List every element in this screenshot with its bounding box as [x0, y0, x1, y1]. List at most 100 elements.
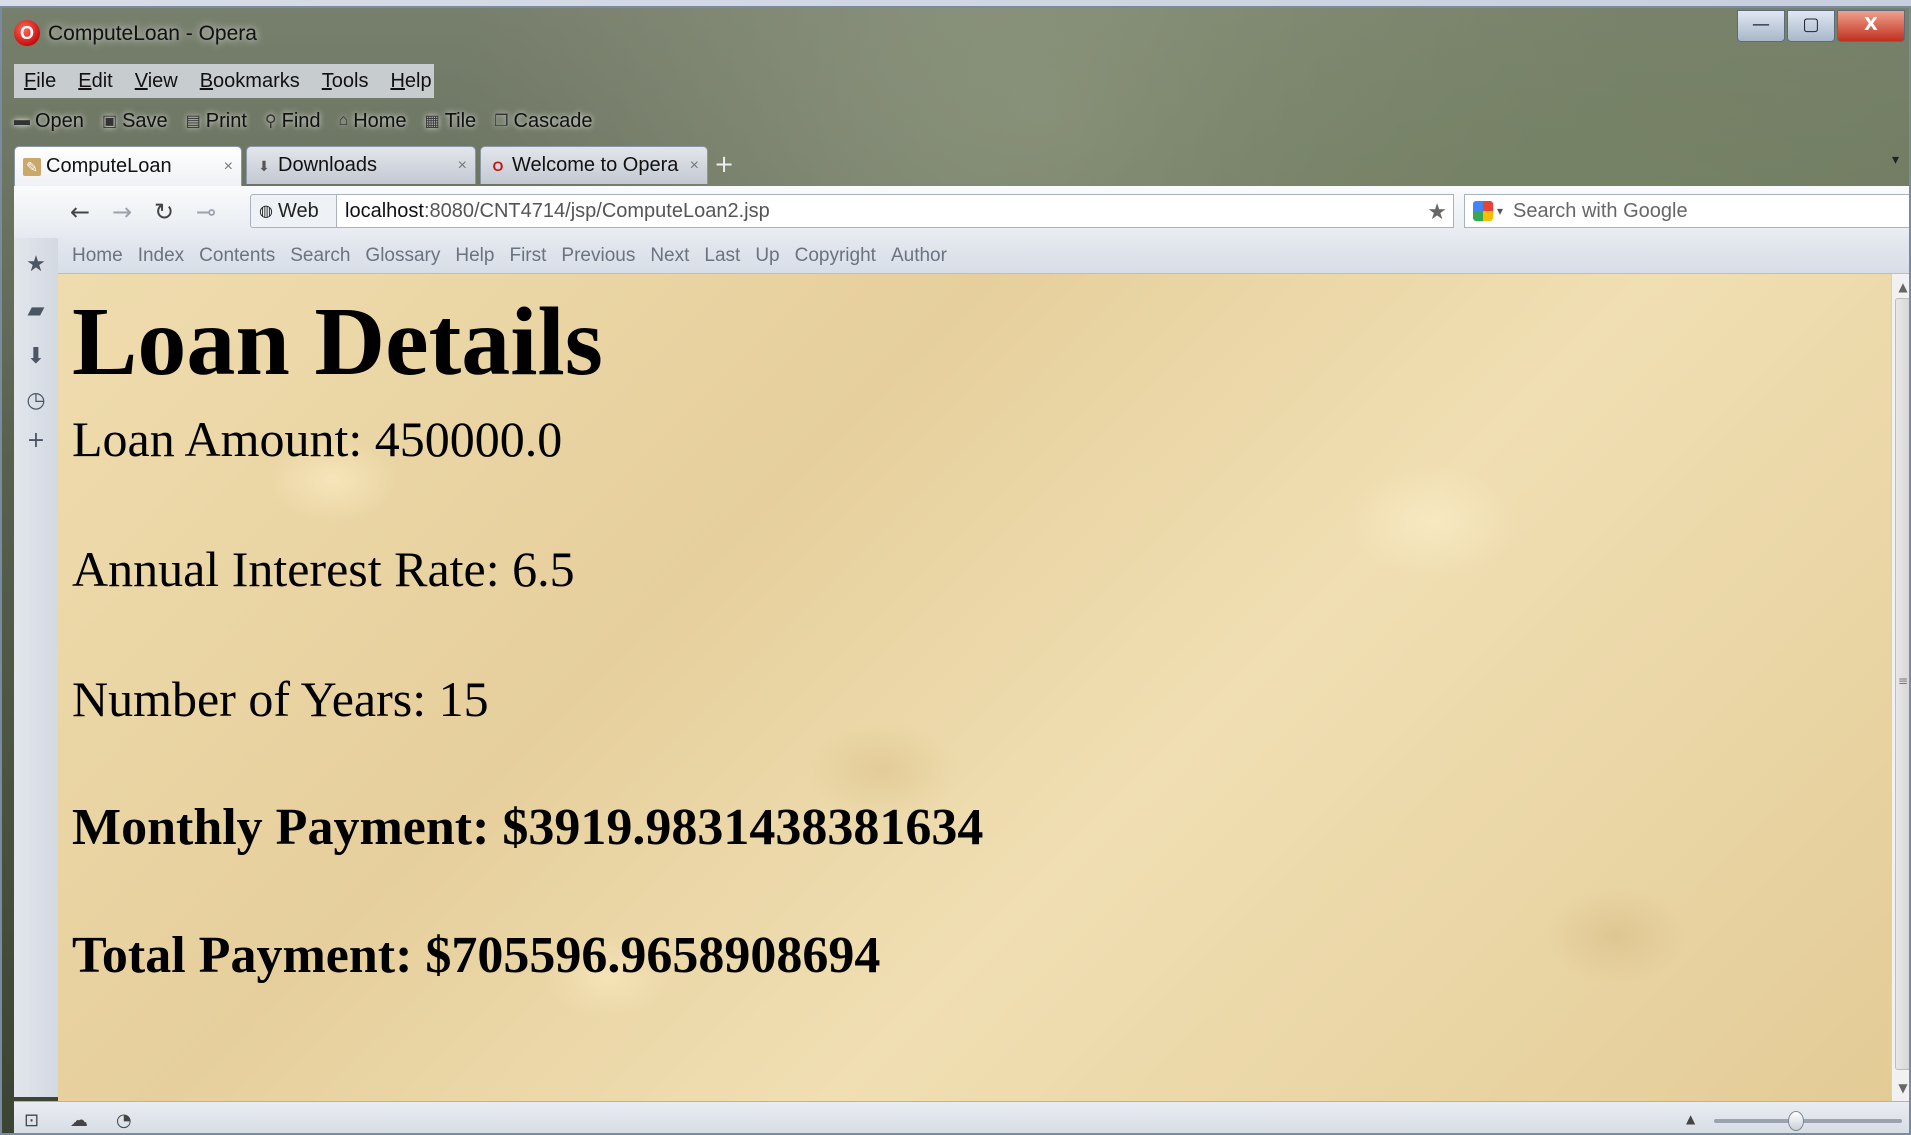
menu-bookmarks[interactable]: Bookmarks	[200, 70, 300, 93]
navlink-author[interactable]: Author	[891, 245, 947, 267]
monthly-payment: Monthly Payment: $3919.9831438381634	[72, 799, 984, 856]
page-title: Loan Details	[72, 288, 603, 396]
turbo-icon[interactable]: ◔	[116, 1110, 132, 1131]
toolbar: ▬ Open ▣ Save ▤ Print ⚲ Find ⌂ Home ▦ Tile ❐ Ca…	[14, 104, 674, 138]
menu-bar: File Edit View Bookmarks Tools Help	[14, 64, 434, 98]
tab-label: ComputeLoan	[46, 155, 172, 177]
tab-label: Welcome to Opera	[512, 154, 679, 176]
tab-menu-arrow-icon[interactable]: ▾	[1892, 152, 1899, 168]
tab-computeloan[interactable]: ✎ ComputeLoan ×	[14, 146, 242, 186]
navlink-glossary[interactable]: Glossary	[365, 245, 440, 267]
find-button[interactable]: ⚲ Find	[265, 110, 321, 133]
tile-label: Tile	[444, 109, 477, 132]
scroll-down-icon[interactable]: ▼	[1892, 1081, 1909, 1095]
vertical-scrollbar[interactable]: ▲ ≡ ▼	[1891, 274, 1909, 1101]
loan-amount: Loan Amount: 450000.0	[72, 411, 563, 467]
menu-help[interactable]: Help	[390, 70, 431, 93]
menu-file[interactable]: File	[24, 70, 56, 93]
menu-tools[interactable]: Tools	[322, 70, 369, 93]
close-button[interactable]: X	[1837, 10, 1905, 42]
zoom-slider[interactable]	[1714, 1119, 1902, 1123]
web-label: Web	[277, 199, 319, 222]
forward-icon[interactable]: →	[112, 198, 132, 226]
home-button[interactable]: ⌂ Home	[339, 110, 407, 133]
navlink-contents[interactable]: Contents	[199, 245, 275, 267]
window-title: ComputeLoan - Opera	[48, 22, 257, 45]
navlink-copyright[interactable]: Copyright	[795, 245, 876, 267]
tab-strip: ✎ ComputeLoan × ⬇ Downloads × O Welcome …	[14, 146, 1899, 186]
scroll-up-icon[interactable]: ▲	[1892, 280, 1909, 294]
new-tab-icon[interactable]: +	[714, 150, 734, 178]
print-label: Print	[205, 109, 247, 132]
close-tab-icon[interactable]: ×	[690, 157, 699, 175]
url-host: localhost	[345, 199, 424, 222]
cascade-icon: ❐	[494, 113, 509, 130]
browser-window: O ComputeLoan - Opera — ▢ X File Edit Vi…	[0, 6, 1911, 1135]
print-button[interactable]: ▤ Print	[186, 110, 247, 133]
find-label: Find	[281, 109, 321, 132]
open-label: Open	[35, 109, 84, 132]
tab-downloads[interactable]: ⬇ Downloads ×	[246, 146, 476, 184]
find-icon: ⚲	[264, 113, 277, 130]
add-panel-icon[interactable]: +	[14, 428, 58, 453]
panel-toggle-icon[interactable]: ⊡	[24, 1110, 39, 1131]
bookmarks-star-icon[interactable]: ★	[14, 252, 58, 277]
page-icon: ✎	[23, 157, 41, 176]
key-icon[interactable]: ⊸	[196, 198, 216, 226]
view-menu-arrow-icon[interactable]: ▲	[1686, 1112, 1695, 1126]
navlink-last[interactable]: Last	[704, 245, 740, 267]
tab-welcome-to-opera[interactable]: O Welcome to Opera ×	[480, 146, 708, 184]
history-clock-icon[interactable]: ◷	[14, 388, 58, 413]
save-label: Save	[122, 109, 168, 132]
close-tab-icon[interactable]: ×	[458, 157, 467, 175]
tile-button[interactable]: ▦ Tile	[425, 110, 477, 133]
scroll-grip-icon: ≡	[1897, 674, 1909, 688]
annual-interest-rate: Annual Interest Rate: 6.5	[72, 541, 575, 597]
status-bar: ⊡ ☁ ◔ ▲	[14, 1101, 1909, 1133]
close-tab-icon[interactable]: ×	[224, 158, 233, 176]
opera-unite-icon[interactable]: ☁	[70, 1110, 88, 1131]
globe-icon: ◍	[259, 203, 273, 220]
maximize-button[interactable]: ▢	[1787, 10, 1835, 42]
navlink-up[interactable]: Up	[755, 245, 779, 267]
side-panel: ★ ▰ ⬇ ◷ +	[14, 238, 59, 1097]
opera-logo-icon[interactable]: O	[14, 20, 40, 46]
menu-edit[interactable]: Edit	[78, 70, 112, 93]
navlink-previous[interactable]: Previous	[561, 245, 635, 267]
page-content: Loan Details Loan Amount: 450000.0 Annua…	[58, 274, 1891, 1101]
minimize-button[interactable]: —	[1737, 10, 1785, 42]
search-engine-dropdown-icon[interactable]: ▾	[1497, 204, 1503, 218]
notes-icon[interactable]: ▰	[14, 298, 58, 323]
navlink-help[interactable]: Help	[455, 245, 494, 267]
window-controls: — ▢ X	[1735, 10, 1905, 42]
save-button[interactable]: ▣ Save	[102, 110, 168, 133]
folder-icon: ▬	[14, 112, 30, 129]
tab-label: Downloads	[278, 154, 377, 176]
title-bar: O ComputeLoan - Opera — ▢ X	[2, 8, 1909, 58]
home-icon: ⌂	[338, 112, 349, 129]
menu-view[interactable]: View	[135, 70, 178, 93]
cascade-button[interactable]: ❐ Cascade	[494, 110, 592, 133]
google-icon	[1473, 201, 1493, 221]
address-bar[interactable]: localhost:8080/CNT4714/jsp/ComputeLoan2.…	[336, 194, 1454, 228]
zoom-slider-knob[interactable]	[1788, 1111, 1804, 1131]
search-placeholder: Search with Google	[1513, 199, 1688, 222]
navigation-links-bar: Home Index Contents Search Glossary Help…	[58, 238, 1909, 274]
navlink-index[interactable]: Index	[138, 245, 184, 267]
print-icon: ▤	[185, 113, 201, 130]
navlink-home[interactable]: Home	[72, 245, 123, 267]
reload-icon[interactable]: ↻	[154, 198, 174, 226]
downloads-panel-icon[interactable]: ⬇	[14, 344, 58, 369]
navigation-bar: ← → ↻ ⊸ ◍ Web localhost:8080/CNT4714/jsp…	[14, 186, 1909, 239]
tile-icon: ▦	[424, 113, 440, 130]
navlink-search[interactable]: Search	[290, 245, 350, 267]
search-input[interactable]: ▾ Search with Google	[1464, 194, 1909, 228]
open-button[interactable]: ▬ Open	[14, 110, 84, 133]
home-label: Home	[353, 109, 407, 132]
navlink-next[interactable]: Next	[650, 245, 689, 267]
bookmark-star-icon[interactable]: ★	[1427, 199, 1447, 225]
navlink-first[interactable]: First	[509, 245, 546, 267]
back-icon[interactable]: ←	[70, 198, 90, 226]
web-button[interactable]: ◍ Web	[250, 194, 338, 228]
downloads-icon: ⬇	[258, 157, 270, 174]
